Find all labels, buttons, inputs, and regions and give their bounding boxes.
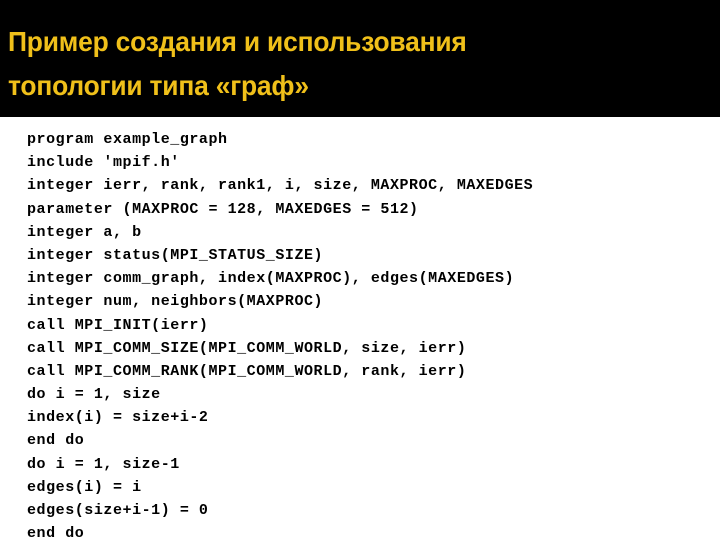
code-line: call MPI_INIT(ierr): [27, 316, 209, 334]
code-listing: program example_graphinclude 'mpif.h' int…: [27, 128, 533, 540]
code-line: parameter (MAXPROC = 128, MAXEDGES = 512…: [27, 200, 419, 218]
slide-title-band: Пример создания и использования топологи…: [0, 0, 720, 117]
code-line: call MPI_COMM_RANK(MPI_COMM_WORLD, rank,…: [27, 362, 467, 380]
code-line: integer num, neighbors(MAXPROC): [27, 293, 324, 311]
code-line: integer a, b: [27, 223, 142, 241]
slide-content-area: program example_graphinclude 'mpif.h' int…: [0, 117, 720, 540]
code-line: end do: [27, 432, 85, 450]
code-line: include 'mpif.h': [27, 154, 180, 172]
slide-canvas: Пример создания и использования топологи…: [0, 0, 720, 540]
code-line: edges(size+i-1) = 0: [27, 502, 209, 519]
code-line: end do: [27, 525, 85, 540]
code-line: do i = 1, size: [27, 386, 161, 404]
code-line: integer comm_graph, index(MAXPROC), edge…: [27, 270, 515, 288]
code-line: integer ierr, rank, rank1, i, size, MAXP…: [27, 177, 534, 195]
code-line: program example_graph: [27, 131, 228, 148]
code-line: integer status(MPI_STATUS_SIZE): [27, 246, 324, 264]
slide-title-line-1: Пример создания и использования: [8, 26, 467, 57]
slide-title-line-2: топологии типа «граф»: [8, 70, 309, 101]
code-line: edges(i) = i: [27, 478, 142, 496]
code-line: index(i) = size+i-2: [27, 409, 209, 427]
code-line: call MPI_COMM_SIZE(MPI_COMM_WORLD, size,…: [27, 339, 467, 357]
code-line: do i = 1, size-1: [27, 455, 180, 473]
